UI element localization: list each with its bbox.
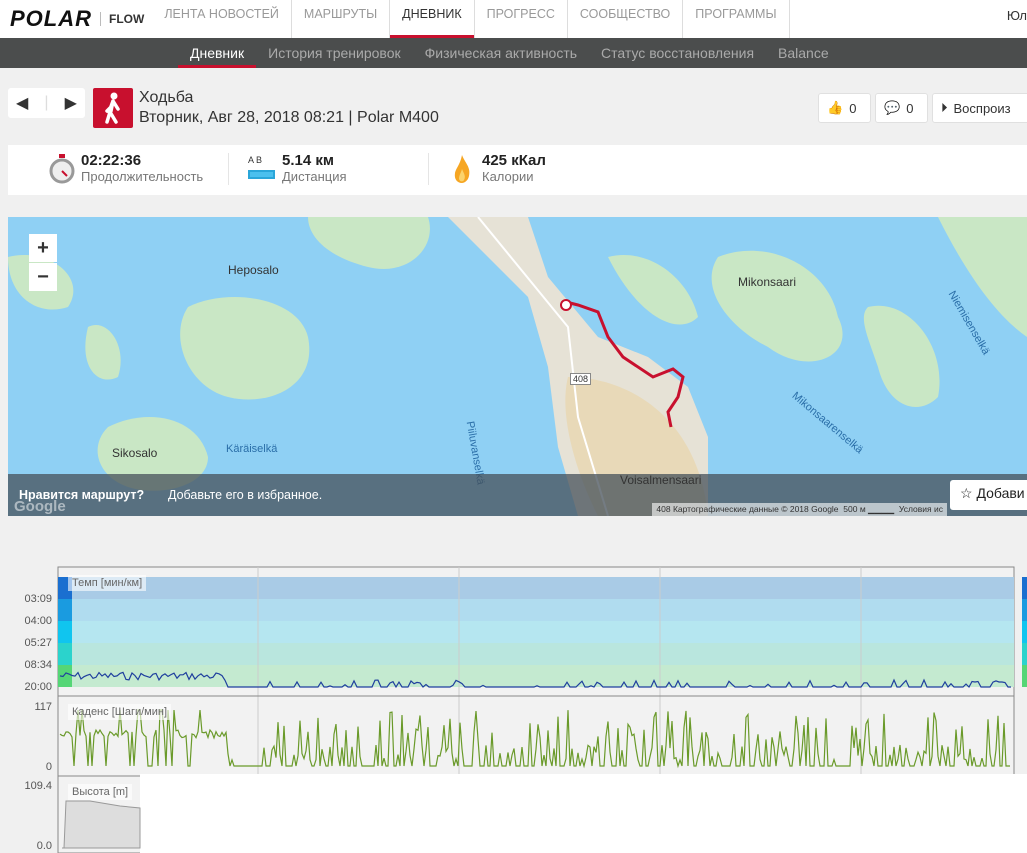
comment-button[interactable]: 💬 0 [875, 93, 928, 123]
subnav-balance[interactable]: Balance [766, 38, 841, 68]
map-label: Käräiselkä [226, 443, 278, 455]
attr-road: 408 [656, 504, 671, 514]
duration-value: 02:22:36 [81, 152, 142, 169]
flame-icon [454, 155, 470, 183]
replay-button[interactable]: ⏵ Воспроиз [932, 93, 1027, 123]
replay-label: Воспроиз [953, 100, 1011, 116]
pace-zone-swatch [58, 643, 72, 665]
user-menu[interactable]: Юл [1007, 8, 1027, 23]
play-icon: ⏵ [941, 100, 948, 115]
map-label: Sikosalo [112, 446, 158, 460]
distance-ab: A B [248, 155, 263, 165]
pace-zone-band [58, 599, 1014, 621]
route-map[interactable]: Heposalo Mikonsaari Sikosalo Käräiselkä … [8, 217, 1027, 516]
pace-tick: 20:00 [24, 681, 52, 693]
subnav-recovery[interactable]: Статус восстановления [589, 38, 766, 68]
ruler-icon [248, 170, 275, 179]
altitude-tick: 109.4 [24, 780, 52, 792]
flow-label: FLOW [100, 12, 144, 26]
map-label: Mikonsaari [738, 275, 797, 289]
prev-arrow-icon[interactable]: ◀ [16, 93, 28, 113]
nav-feed[interactable]: ЛЕНТА НОВОСТЕЙ [152, 0, 292, 38]
sport-title: Ходьба [139, 89, 194, 106]
nav-diary[interactable]: ДНЕВНИК [390, 0, 475, 38]
altitude-overlay [140, 774, 1027, 853]
subnav-diary[interactable]: Дневник [178, 38, 257, 68]
altitude-tick: 0.0 [36, 840, 52, 852]
banner-text: Добавьте его в избранное. [168, 488, 323, 502]
calories-label: Калории [482, 169, 534, 184]
subnav-history[interactable]: История тренировок [256, 38, 412, 68]
pace-zone-swatch [58, 599, 72, 621]
nav-progress[interactable]: ПРОГРЕСС [475, 0, 568, 38]
distance-value: 5.14 км [282, 152, 334, 169]
session-nav: ◀ | ▶ [8, 88, 85, 118]
pace-label: Темп [мин/км] [68, 575, 147, 591]
google-logo: Google [14, 498, 66, 515]
pace-zone-swatch [1022, 577, 1027, 599]
nav-programs[interactable]: ПРОГРАММЫ [683, 0, 790, 38]
map-label: Heposalo [228, 263, 279, 277]
duration-label: Продолжительность [81, 169, 204, 184]
walking-icon [93, 88, 133, 128]
cadence-tick: 117 [34, 701, 52, 713]
star-icon: ☆ [960, 485, 973, 501]
polar-logo[interactable]: POLAR [10, 6, 92, 32]
cadence-tick: 0 [45, 761, 52, 773]
nav-community[interactable]: СООБЩЕСТВО [568, 0, 684, 38]
subnav-activity[interactable]: Физическая активность [413, 38, 589, 68]
pace-zone-band [58, 665, 1014, 687]
pace-zone-band [58, 577, 1014, 599]
altitude-area [62, 800, 141, 849]
comment-count: 0 [906, 100, 914, 116]
add-favorite-label: Добави [976, 485, 1025, 501]
map-attribution: 408 Картографические данные © 2018 Googl… [652, 503, 947, 516]
top-nav: POLAR FLOW ЛЕНТА НОВОСТЕЙ МАРШРУТЫ ДНЕВН… [0, 0, 1027, 38]
pace-tick: 05:27 [24, 637, 52, 649]
pace-zone-swatch [1022, 665, 1027, 687]
session-subtitle: Вторник, Авг 28, 2018 08:21 | Polar M400 [139, 109, 439, 126]
pace-zone-swatch [1022, 643, 1027, 665]
pace-tick: 08:34 [24, 659, 52, 671]
sub-nav: Дневник История тренировок Физическая ак… [0, 38, 1027, 68]
map-scale: 500 м [843, 504, 866, 514]
altitude-label: Высота [m] [68, 784, 133, 800]
calories-value: 425 кКал [482, 152, 546, 169]
stopwatch-icon [49, 154, 75, 184]
summary-stats: 02:22:36 Продолжительность A B 5.14 км Дис… [8, 145, 1027, 195]
thumbs-up-icon: 👍 [827, 100, 844, 115]
pace-zone-swatch [58, 621, 72, 643]
comment-icon: 💬 [884, 100, 901, 115]
road-sign: 408 [570, 373, 592, 385]
pace-tick: 03:09 [24, 593, 52, 605]
zoom-out-button[interactable]: − [29, 263, 57, 291]
terms-link[interactable]: Условия ис [899, 504, 943, 514]
add-favorite-button[interactable]: ☆ Добави [950, 480, 1027, 510]
like-button[interactable]: 👍 0 [818, 93, 871, 123]
pace-zone-swatch [1022, 599, 1027, 621]
cadence-label: Каденс [Шаги/мин] [68, 704, 171, 720]
attr-text[interactable]: Картографические данные © 2018 Google [673, 504, 839, 514]
pace-zone-swatch [1022, 621, 1027, 643]
map-label: Voisalmensaari [620, 473, 702, 487]
pace-tick: 04:00 [24, 615, 52, 627]
map-canvas [8, 217, 1027, 516]
distance-label: Дистанция [282, 169, 347, 184]
pace-zone-band [58, 643, 1014, 665]
zoom-in-button[interactable]: + [29, 234, 57, 262]
pace-zone-band [58, 621, 1014, 643]
like-count: 0 [849, 100, 857, 116]
nav-routes[interactable]: МАРШРУТЫ [292, 0, 391, 38]
next-arrow-icon[interactable]: ▶ [65, 93, 77, 113]
